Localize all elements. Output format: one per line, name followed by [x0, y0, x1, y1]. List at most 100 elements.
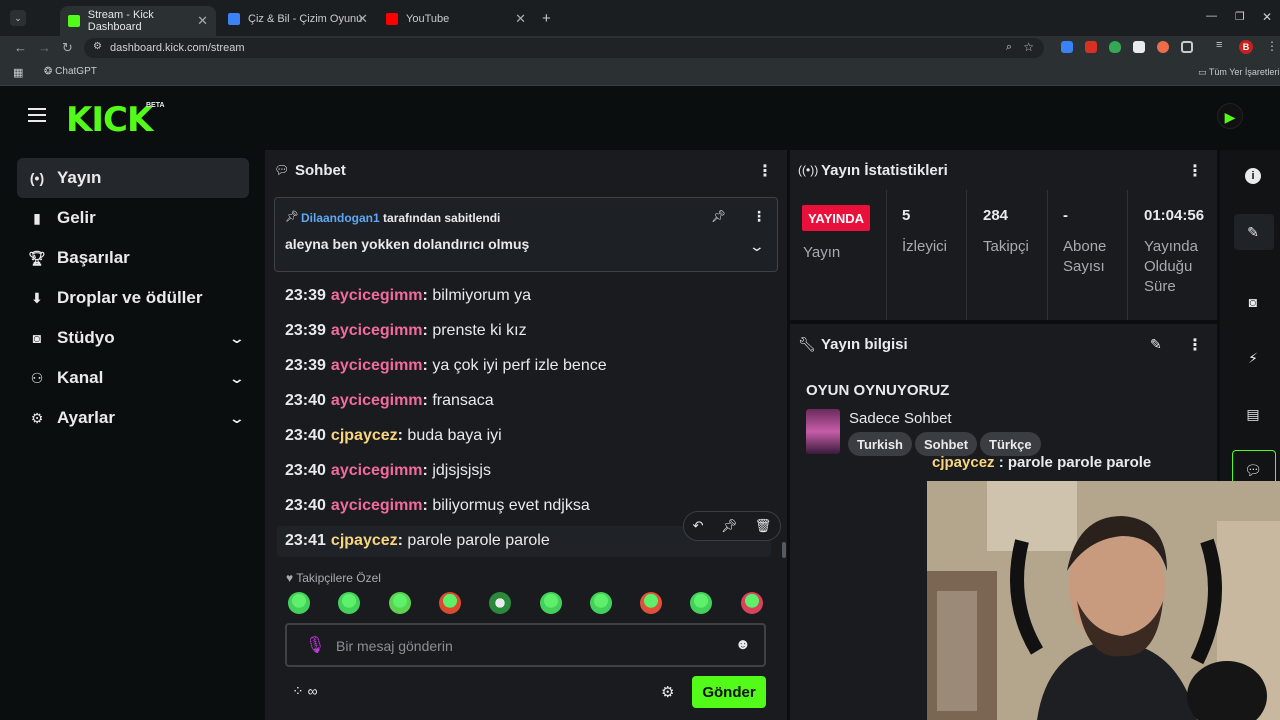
- tab-search-button[interactable]: ⌄: [10, 10, 26, 26]
- tab-youtube[interactable]: YouTube ✕: [378, 6, 534, 32]
- emote-4-icon[interactable]: [438, 592, 461, 614]
- extension-1-icon[interactable]: [1061, 41, 1073, 53]
- lightning-icon[interactable]: ⚡︎: [1244, 350, 1262, 367]
- bookmark-star-icon[interactable]: ☆: [1023, 40, 1034, 54]
- unpin-icon[interactable]: 📌︎: [711, 209, 726, 223]
- emoji-picker-icon[interactable]: ☻: [735, 636, 751, 653]
- emote-8-icon[interactable]: [640, 592, 663, 614]
- hamburger-menu-icon[interactable]: [28, 108, 46, 122]
- tab-kick-dashboard[interactable]: Stream - Kick Dashboard ✕: [60, 6, 216, 36]
- bookmark-chatgpt[interactable]: ❂ ChatGPT: [44, 66, 97, 77]
- browser-menu-icon[interactable]: ⋮: [1266, 39, 1278, 53]
- pinned-by-user[interactable]: Dilaandogan1: [301, 211, 380, 225]
- delete-icon[interactable]: 🗑︎: [755, 518, 772, 534]
- extension-shield-icon[interactable]: [1109, 41, 1121, 53]
- apps-grid-icon[interactable]: ▦: [13, 66, 23, 79]
- pin-message-icon[interactable]: 📌︎: [721, 518, 738, 534]
- extensions-puzzle-icon[interactable]: [1181, 41, 1193, 53]
- chat-message[interactable]: 23:39 aycicegimm: prenste ki kız: [285, 322, 527, 340]
- sidebar-item-studyo[interactable]: ◙ Stüdyo ⌄: [17, 318, 249, 358]
- new-tab-button[interactable]: +: [542, 10, 551, 27]
- message-colon: :: [422, 322, 433, 339]
- reload-icon[interactable]: ↻: [62, 40, 73, 56]
- tab-google[interactable]: [34, 6, 56, 32]
- chatgpt-icon: ❂: [44, 66, 53, 77]
- chat-message[interactable]: 23:41 cjpaycez: parole parole parole: [285, 532, 550, 550]
- tab-ciz-bil[interactable]: Çiz & Bil - Çizim Oyunu ✕: [220, 6, 376, 32]
- site-info-icon[interactable]: ⚙: [93, 41, 102, 52]
- message-username[interactable]: aycicegimm: [331, 462, 423, 479]
- reply-icon[interactable]: ↶: [693, 518, 704, 534]
- emote-3-icon[interactable]: [388, 592, 411, 614]
- message-username[interactable]: cjpaycez: [331, 427, 398, 444]
- chat-bubble-icon: 💬︎: [274, 163, 290, 177]
- forward-icon[interactable]: →: [38, 40, 51, 55]
- message-text: prenste ki kız: [432, 322, 527, 339]
- category-name[interactable]: Sadece Sohbet: [849, 410, 952, 427]
- sidebar-item-ayarlar[interactable]: ⚙ Ayarlar ⌄: [17, 398, 249, 438]
- kick-app-icon[interactable]: ▶: [1217, 103, 1243, 129]
- document-icon[interactable]: ▤: [1244, 406, 1262, 423]
- message-username[interactable]: aycicegimm: [331, 322, 423, 339]
- emote-1-icon[interactable]: [288, 592, 310, 614]
- kick-logo[interactable]: KICK: [66, 100, 153, 140]
- send-button[interactable]: Gönder: [692, 676, 766, 708]
- emote-6-icon[interactable]: [539, 592, 562, 614]
- message-username[interactable]: cjpaycez: [331, 532, 398, 549]
- message-username[interactable]: aycicegimm: [331, 287, 423, 304]
- stream-info-menu-icon[interactable]: ⋮: [1187, 335, 1203, 355]
- sidebar-item-basarilar[interactable]: 🏆︎ Başarılar: [17, 238, 249, 278]
- category-thumbnail[interactable]: [806, 409, 840, 454]
- close-tab-icon[interactable]: ✕: [357, 11, 368, 27]
- microphone-icon[interactable]: 🎙︎: [305, 635, 325, 655]
- edit-stream-icon[interactable]: ✎: [1244, 224, 1262, 241]
- back-icon[interactable]: ←: [14, 40, 27, 55]
- extension-s-icon[interactable]: [1133, 41, 1145, 53]
- beta-badge: BETA: [146, 102, 165, 109]
- sidebar-item-kanal[interactable]: ⚇ Kanal ⌄: [17, 358, 249, 398]
- zoom-icon[interactable]: ⌕: [1006, 41, 1012, 54]
- chat-message[interactable]: 23:40 aycicegimm: jdjsjsjsjs: [285, 462, 491, 480]
- profile-avatar[interactable]: B: [1239, 40, 1253, 54]
- restore-button[interactable]: ❐: [1235, 10, 1245, 23]
- kick-points-icon[interactable]: ⁘ ∞: [292, 683, 318, 700]
- chat-scrollbar[interactable]: [782, 542, 786, 558]
- close-tab-icon[interactable]: ✕: [197, 13, 208, 29]
- chat-message[interactable]: 23:39 aycicegimm: bilmiyorum ya: [285, 287, 531, 305]
- extension-pdf-icon[interactable]: [1085, 41, 1097, 53]
- media-control-icon[interactable]: ≡: [1216, 39, 1228, 51]
- message-username[interactable]: aycicegimm: [331, 392, 423, 409]
- chevron-down-icon[interactable]: ⌄: [229, 370, 245, 387]
- edit-pencil-icon[interactable]: ✎: [1150, 336, 1162, 353]
- chat-input[interactable]: 🎙︎ Bir mesaj gönderin ☻: [285, 623, 766, 667]
- message-username[interactable]: aycicegimm: [331, 357, 423, 374]
- chat-message[interactable]: 23:40 aycicegimm: fransaca: [285, 392, 494, 410]
- info-icon[interactable]: i: [1245, 168, 1261, 184]
- message-username[interactable]: aycicegimm: [331, 497, 423, 514]
- chat-menu-icon[interactable]: ⋮: [757, 161, 773, 181]
- chevron-down-icon[interactable]: ⌄: [229, 410, 245, 427]
- chat-message[interactable]: 23:40 cjpaycez: buda baya iyi: [285, 427, 502, 445]
- chevron-down-icon[interactable]: ⌄: [229, 330, 245, 347]
- stats-menu-icon[interactable]: ⋮: [1187, 161, 1203, 181]
- minimize-button[interactable]: —: [1206, 10, 1217, 22]
- camera-icon[interactable]: ◙: [1244, 294, 1262, 310]
- extension-red-icon[interactable]: [1157, 41, 1169, 53]
- chat-rail-icon[interactable]: 💬︎: [1244, 462, 1262, 479]
- expand-chevron-icon[interactable]: ⌄: [749, 238, 765, 255]
- sidebar-item-yayin[interactable]: (•) Yayın: [17, 158, 249, 198]
- emote-10-icon[interactable]: [740, 592, 763, 614]
- close-tab-icon[interactable]: ✕: [515, 11, 526, 27]
- tag-turkish: Turkish: [848, 432, 912, 456]
- close-window-button[interactable]: ✕: [1262, 10, 1272, 24]
- subs-label: Abone Sayısı: [1063, 237, 1106, 277]
- chat-settings-icon[interactable]: ⚙: [661, 683, 674, 701]
- all-bookmarks-folder[interactable]: ▭ Tüm Yer İşaretleri: [1198, 67, 1279, 78]
- sidebar-item-gelir[interactable]: ▮ Gelir: [17, 198, 249, 238]
- chat-message[interactable]: 23:39 aycicegimm: ya çok iyi perf izle be…: [285, 357, 607, 375]
- sidebar-item-droplar[interactable]: ⬇ Droplar ve ödüller: [17, 278, 249, 318]
- emote-7-icon[interactable]: [589, 592, 612, 614]
- chat-message[interactable]: 23:40 aycicegimm: biliyormuş evet ndjksa: [285, 497, 590, 515]
- pinned-menu-icon[interactable]: ⋮: [752, 208, 766, 225]
- address-bar[interactable]: ⚙ dashboard.kick.com/stream ⌕ ☆: [84, 38, 1044, 58]
